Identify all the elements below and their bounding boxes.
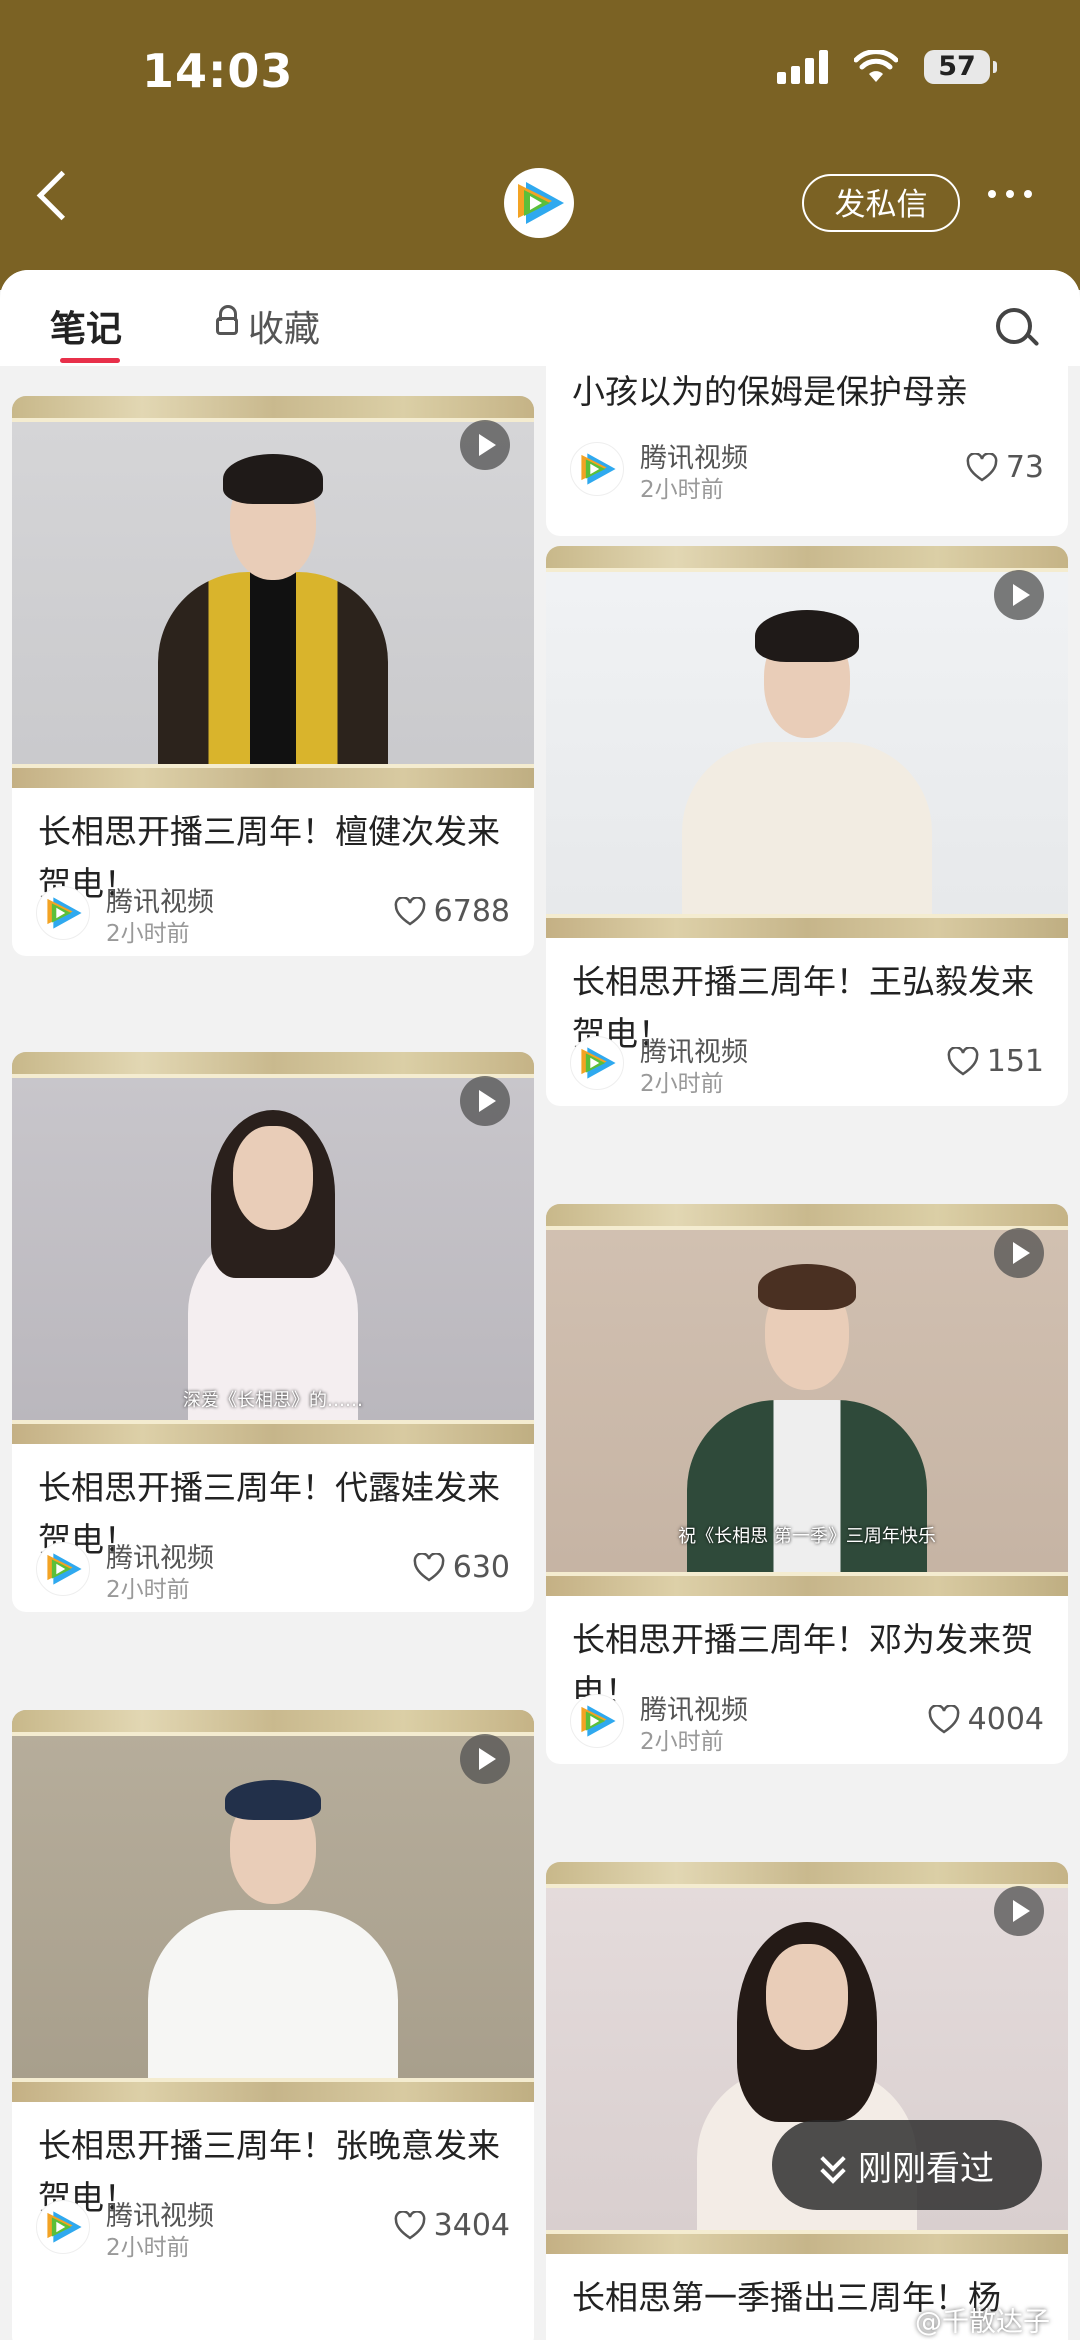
author-row: 腾讯视频 2小时前 630 [36,1538,510,1603]
like-button[interactable]: 4004 [928,1702,1044,1737]
post-time: 2小时前 [640,477,724,503]
note-card[interactable]: 长相思开播三周年！王弘毅发来贺电！ 腾讯视频 2小时前 151 [546,546,1068,1106]
author-avatar [36,1542,90,1596]
wifi-icon [854,50,898,82]
content-sheet: 笔记 收藏 长相思开播三周年！檀健次发来贺电！ 腾讯视频 2小时前 6788 深… [0,270,1080,2340]
author-avatar [36,886,90,940]
like-button[interactable]: 73 [966,450,1044,485]
note-title: 小孩以为的保姆是保护母亲 [572,372,968,411]
author-avatar [570,1694,624,1748]
heart-icon [966,452,998,482]
post-time: 2小时前 [106,2235,190,2261]
play-icon [994,1228,1044,1278]
note-card[interactable]: 长相思第一季播出三周年！杨 [546,1862,1068,2340]
heart-icon [394,896,426,926]
author-avatar [570,442,624,496]
video-caption: 祝《长相思 第一季》三周年快乐 [678,1526,936,1547]
video-thumbnail [12,1710,534,2102]
double-chevron-down-icon [820,2150,844,2180]
author-row: 腾讯视频 2小时前 73 [570,438,1044,503]
video-thumbnail: 祝《长相思 第一季》三周年快乐 [546,1204,1068,1596]
battery-icon: 57 [924,50,997,84]
status-time: 14:03 [142,44,294,98]
like-count: 3404 [433,2208,510,2243]
like-button[interactable]: 630 [413,1550,510,1585]
play-icon [460,1076,510,1126]
heart-icon [928,1704,960,1734]
recently-viewed-label: 刚刚看过 [858,2148,994,2189]
like-count: 151 [986,1044,1044,1079]
post-time: 2小时前 [106,1577,190,1603]
profile-header: 14:03 57 发私信 [0,0,1080,290]
author-row: 腾讯视频 2小时前 3404 [36,2196,510,2261]
play-icon [994,1886,1044,1936]
signal-icon [777,50,828,84]
note-card[interactable]: 长相思开播三周年！檀健次发来贺电！ 腾讯视频 2小时前 6788 [12,396,534,956]
tab-notes[interactable]: 笔记 [50,300,122,352]
tab-favorites-label: 收藏 [248,309,321,350]
lock-icon [216,305,238,337]
send-message-button[interactable]: 发私信 [802,174,960,232]
tab-bar: 笔记 收藏 [0,270,1080,366]
play-icon [994,570,1044,620]
search-icon[interactable] [996,308,1032,344]
like-button[interactable]: 151 [947,1044,1044,1079]
post-time: 2小时前 [640,1729,724,1755]
recently-viewed-button[interactable]: 刚刚看过 [772,2120,1042,2210]
play-icon [460,1734,510,1784]
like-count: 73 [1005,450,1044,485]
heart-icon [413,1552,445,1582]
tencent-video-logo-icon [518,182,564,224]
note-card[interactable]: 祝《长相思 第一季》三周年快乐 长相思开播三周年！邓为发来贺电！ 腾讯视频 2小… [546,1204,1068,1764]
note-card[interactable]: 长相思开播三周年！张晚意发来贺电！ 腾讯视频 2小时前 3404 [12,1710,534,2340]
author-row: 腾讯视频 2小时前 151 [570,1032,1044,1097]
tencent-video-logo[interactable] [504,168,574,238]
watermark: @千散达子 [915,2307,1050,2338]
more-options-icon[interactable] [988,190,1032,198]
video-thumbnail [546,546,1068,938]
like-count: 6788 [433,894,510,929]
status-icons: 57 [777,50,997,84]
author-row: 腾讯视频 2小时前 6788 [36,882,510,947]
post-time: 2小时前 [106,921,190,947]
author-avatar [570,1036,624,1090]
post-time: 2小时前 [640,1071,724,1097]
video-thumbnail: 深爱《长相思》的…… [12,1052,534,1444]
like-count: 4004 [967,1702,1044,1737]
back-button[interactable] [36,170,87,221]
active-tab-indicator [60,358,120,363]
like-button[interactable]: 3404 [394,2208,510,2243]
author-row: 腾讯视频 2小时前 4004 [570,1690,1044,1755]
author-avatar [36,2200,90,2254]
video-caption: 深爱《长相思》的…… [183,1390,363,1411]
tab-favorites[interactable]: 收藏 [216,300,320,352]
video-thumbnail [12,396,534,788]
heart-icon [947,1046,979,1076]
note-card[interactable]: 深爱《长相思》的…… 长相思开播三周年！代露娃发来贺电！ 腾讯视频 2小时前 6… [12,1052,534,1612]
heart-icon [394,2210,426,2240]
like-count: 630 [452,1550,510,1585]
play-icon [460,420,510,470]
like-button[interactable]: 6788 [394,894,510,929]
